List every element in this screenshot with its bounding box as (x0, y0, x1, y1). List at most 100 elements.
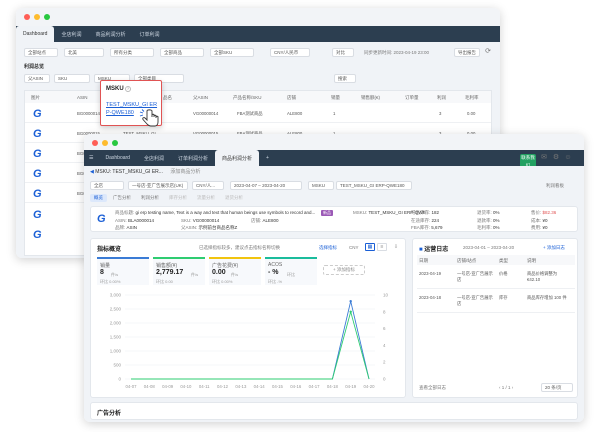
add-tab-icon[interactable]: + (259, 150, 276, 166)
subtab-traffic[interactable]: 流量分析 (193, 194, 219, 202)
maximize-dot[interactable] (44, 14, 50, 20)
product-info-card: G 商品标题: gi erp testing name, Text is a w… (90, 206, 578, 232)
back-refresh-icon[interactable]: ⟳ (484, 48, 492, 56)
back-tab-order-profit[interactable]: 订单利润 (133, 26, 167, 42)
pct-refund: 退款率: 0% (477, 218, 500, 223)
log-row[interactable]: 2023-04-18 一号店-亚广告展示店 库存 商品库存增加 100 件 (417, 291, 575, 313)
data-point (349, 310, 352, 313)
product-brand: 品牌: ASIN (115, 225, 138, 230)
filter-store[interactable]: 一号店-亚广告展示店(UK) (128, 181, 188, 190)
stat-available: 可售库存: 182 (411, 210, 440, 215)
filter-currency[interactable]: CNY/人... (192, 181, 224, 190)
subtab-overview[interactable]: 概览 (90, 194, 107, 202)
metric-overview-card: 指标概览 已选择指标较多，建议点击指标名称切换 选择指标 CNY ▦ ≡ ⇩ 销… (90, 238, 406, 398)
series-line-1 (131, 310, 370, 380)
product-price: 售价: $82.36 (531, 210, 557, 215)
maximize-dot[interactable] (112, 140, 118, 146)
filter-scope[interactable]: 全店 (90, 181, 124, 190)
window-controls (24, 14, 50, 20)
product-logo-icon: G (33, 128, 42, 140)
window-controls (92, 140, 118, 146)
menu-icon[interactable]: ☰ (84, 150, 98, 166)
back-col-store: 店铺 (287, 95, 296, 100)
table-view-icon[interactable]: ≡ (377, 243, 387, 251)
y2-tick-label: 6 (383, 326, 386, 331)
log-table-header: 日期 店铺/站点 类型 说明 (417, 255, 575, 265)
back-arrow-icon[interactable]: ◀ (90, 169, 94, 175)
settings-icon[interactable]: ⚙ (552, 154, 560, 162)
add-log-button[interactable]: + 添加日志 (543, 245, 565, 251)
add-metric-button[interactable]: + 添加指标 (323, 265, 365, 275)
filter-type[interactable]: MSKU (308, 181, 334, 190)
x-tick-label: 04-12 (217, 384, 229, 389)
back-filter-category[interactable]: 所有分类 (110, 48, 154, 57)
x-tick-label: 04-15 (272, 384, 284, 389)
row-sku: VG00000014 (193, 111, 219, 116)
minimize-dot[interactable] (34, 14, 40, 20)
table-row[interactable]: G BG0000014 TEST_MSKU_GI VG00000014 FBA测… (25, 105, 491, 123)
profit-board-link[interactable]: 利润看板 (546, 183, 564, 189)
back-titlebar (16, 8, 500, 28)
back-filter-sku[interactable]: 全部SKU (210, 48, 254, 57)
subtab-ads[interactable]: 广告分析 (109, 194, 135, 202)
back-tab-dashboard[interactable]: Dashboard (16, 26, 55, 42)
row-name: FBA测试商品 (237, 111, 263, 116)
subtab-profit[interactable]: 利润分析 (137, 194, 163, 202)
download-icon[interactable]: ⇩ (391, 243, 401, 251)
front-tab-order-profit[interactable]: 订单利润分析 (171, 150, 215, 166)
back-subfilter-sku[interactable]: SKU (54, 74, 90, 83)
back-search-button[interactable]: 搜索 (334, 74, 356, 83)
back-tab-product-profit[interactable]: 商品利润分析 (88, 26, 132, 42)
kpi-card-revenue[interactable]: 销售额(¥) 2,779.17 件/s 环比 0.00 (153, 257, 205, 285)
user-icon[interactable]: ☺ (564, 154, 572, 162)
product-logo-icon: G (97, 213, 106, 225)
overview-hint: 已选择指标较多，建议点击指标名称切换 (199, 245, 280, 250)
kpi-card-acos[interactable]: ACOS - % 环比 环比 -% (265, 257, 317, 285)
row-asin: BG0000014 (77, 111, 100, 116)
product-title-line: 商品标题: gi erp testing name, Text is a way… (115, 210, 316, 215)
back-export-button[interactable]: 导出报告 (454, 48, 480, 57)
x-tick-label: 04-13 (235, 384, 247, 389)
back-subfilter-parent[interactable]: 父ASIN (24, 74, 50, 83)
front-tab-store-profit[interactable]: 全店利润 (137, 150, 171, 166)
tooltip-title: MSKU (106, 86, 124, 92)
subtab-returns[interactable]: 退货分析 (221, 194, 247, 202)
pct-return: 退货率: 0% (477, 210, 500, 215)
subtab-inventory[interactable]: 库存分析 (165, 194, 191, 202)
back-compare-button[interactable]: 对比 (332, 48, 354, 57)
back-filter-site[interactable]: 全部站点 (24, 48, 58, 57)
search-input[interactable]: TEST_MSKU_GI ERP-QWE180 (336, 181, 412, 190)
back-currency[interactable]: CNY/人民币 (270, 48, 310, 57)
chart-view-icon[interactable]: ▦ (365, 243, 375, 251)
help-icon[interactable]: ? (125, 86, 131, 92)
log-row[interactable]: 2023-04-19 一号店-亚广告展示店 价格 商品价格调整为 €42.10 (417, 267, 575, 289)
log-view-all[interactable]: 查看全部日志 (419, 385, 446, 391)
notification-icon[interactable]: ✉ (540, 154, 548, 162)
minimize-dot[interactable] (102, 140, 108, 146)
hand-cursor-icon (139, 109, 159, 127)
operation-log-card: ■ 运营日志 2023-04-01 – 2023-04-20 + 添加日志 日期… (412, 238, 578, 398)
front-tab-dashboard[interactable]: Dashboard (98, 150, 136, 166)
back-filter-region[interactable]: 北美 (64, 48, 104, 57)
close-dot[interactable] (24, 14, 30, 20)
breadcrumb: ◀ MSKU: TEST_MSKU_GI ER... 添加商品分析 (90, 169, 201, 175)
kpi-card-ad-spend[interactable]: 广告花费(¥) 0.00 件/s 环比 0.00% (209, 257, 261, 285)
log-page-size[interactable]: 20 条/页 (541, 383, 573, 392)
msku-tooltip: MSKU ? TEST_MSKU_GI ER P-QWE180 (100, 80, 162, 127)
back-col-name: 品名 (163, 95, 172, 100)
x-tick-label: 04-07 (126, 384, 138, 389)
y2-tick-label: 4 (383, 343, 386, 348)
overview-title: 指标概览 (97, 247, 122, 253)
pick-metric-link[interactable]: 选择指标 (319, 245, 337, 251)
front-tab-product-profit[interactable]: 商品利润分析 (214, 150, 259, 166)
log-date-range[interactable]: 2023-04-01 – 2023-04-20 (463, 245, 514, 250)
log-pagination[interactable]: ‹ 1 / 1 › (499, 385, 513, 390)
breadcrumb-add[interactable]: 添加商品分析 (170, 169, 200, 175)
kpi-card-sales-qty[interactable]: 销量 8 件/s 环比 0.00% (97, 257, 149, 285)
x-tick-label: 04-14 (254, 384, 266, 389)
front-window: ☰ Dashboard 全店利润 订单利润分析 商品利润分析 + 联系我们 ✉ … (84, 134, 584, 422)
back-filter-product[interactable]: 全部商品 (160, 48, 204, 57)
back-tab-store-profit[interactable]: 全店利润 (54, 26, 88, 42)
date-range[interactable]: 2023-04-07 – 2023-04-20 (230, 181, 302, 190)
close-dot[interactable] (92, 140, 98, 146)
